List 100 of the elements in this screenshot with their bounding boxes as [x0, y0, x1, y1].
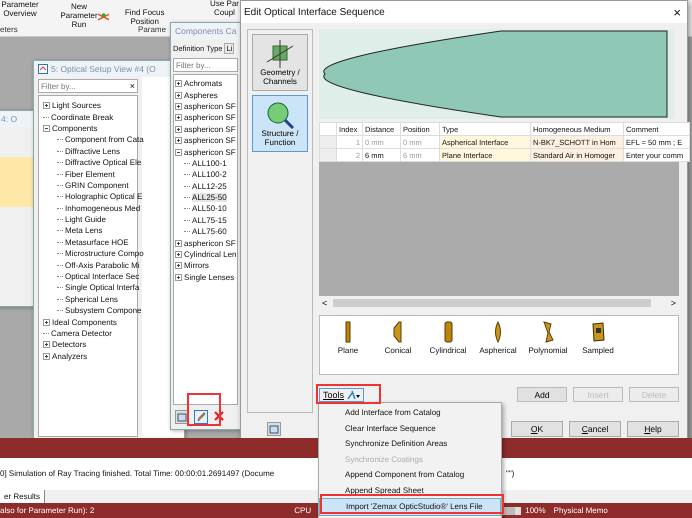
expand-toggle[interactable] — [43, 318, 50, 326]
results-tab[interactable]: er Results — [0, 490, 46, 503]
tree-item[interactable]: Optical Interface Sec — [65, 272, 140, 282]
surface-label: Conical — [384, 346, 412, 355]
surface-label: Cylindrical — [430, 346, 466, 355]
tree-item[interactable]: Component from Cata — [65, 135, 144, 144]
tree-item[interactable]: Light Sources — [52, 101, 101, 110]
tree-item[interactable]: Single Optical Interfa — [65, 283, 140, 292]
log-message: "") — [506, 469, 514, 478]
tree-item[interactable]: asphericon SF — [184, 148, 236, 157]
collapse-toggle[interactable] — [175, 148, 182, 156]
tree-item[interactable]: Components — [52, 124, 98, 133]
status-label: CPU — [294, 506, 312, 515]
clear-icon[interactable]: × — [130, 80, 135, 92]
window-title: Components Ca — [175, 26, 236, 36]
tree-item[interactable]: ALL75-60 — [192, 227, 227, 236]
tree-item[interactable]: Fiber Element — [65, 170, 115, 179]
tree-item[interactable]: Mirrors — [184, 261, 209, 270]
cube-axes-icon — [265, 40, 295, 68]
menu-item[interactable]: Add Interface from Catalog — [319, 405, 501, 420]
tree-item[interactable]: Microstructure Compo — [65, 249, 144, 258]
dialog-button[interactable]: OK — [511, 421, 563, 437]
expand-toggle[interactable] — [175, 251, 182, 258]
tree-item[interactable]: Single Lenses — [184, 272, 234, 282]
magnifier-icon — [265, 100, 295, 128]
tools-button[interactable]: Tools — [319, 388, 364, 402]
expand-toggle[interactable] — [175, 262, 182, 270]
sidebar-tab[interactable]: Geometry / Channels — [252, 34, 308, 91]
tree-item[interactable]: GRIN Component — [65, 180, 129, 190]
delete-icon[interactable] — [213, 410, 225, 422]
expand-toggle[interactable] — [175, 240, 182, 247]
focus-icon — [98, 12, 110, 22]
tree-item[interactable]: asphericon SF — [184, 113, 236, 122]
tree-item[interactable]: Metasurface HOE — [65, 238, 129, 247]
tree-item[interactable]: Inhomogeneous Med — [65, 204, 140, 213]
tree-item[interactable]: Subsystem Compone — [65, 306, 142, 316]
tree-item[interactable]: Ideal Components — [52, 318, 117, 327]
ribbon-button[interactable]: New Parameter Run — [54, 2, 104, 29]
menu-item[interactable]: Append Component from Catalog — [319, 467, 501, 482]
expand-toggle[interactable] — [175, 274, 182, 281]
window-title: 5: Optical Setup View #4 (O — [51, 64, 156, 74]
catalog-icon[interactable] — [267, 422, 281, 436]
tree-item[interactable]: Camera Detector — [51, 329, 112, 338]
surface-label: Polynomial — [528, 346, 568, 355]
status-percent: 100% — [525, 506, 546, 515]
filter-field[interactable]: Filter by... — [173, 58, 238, 72]
tree-item[interactable]: Diffractive Optical Ele — [65, 158, 142, 168]
tree-item[interactable]: ALL50-10 — [192, 204, 227, 214]
dialog-button[interactable]: Help — [627, 421, 679, 437]
tree-item[interactable]: Analyzers — [52, 352, 88, 361]
expand-toggle[interactable] — [175, 102, 182, 110]
ribbon-button[interactable]: Find Focus Position — [111, 8, 178, 26]
tree-item[interactable]: Cylindrical Len — [184, 250, 236, 260]
tree-item[interactable]: Off-Axis Parabolic Mi — [65, 260, 140, 270]
expand-toggle[interactable] — [175, 126, 182, 133]
expand-toggle[interactable] — [175, 114, 182, 122]
menu-item[interactable]: Append Spread Sheet — [319, 482, 501, 498]
collapse-toggle[interactable] — [43, 124, 50, 132]
tree-item[interactable]: ALL100-1 — [192, 158, 227, 168]
tree-item[interactable]: Light Guide — [65, 215, 106, 224]
tree-item[interactable]: Achromats — [184, 79, 222, 88]
tree-item[interactable]: asphericon SF — [184, 136, 236, 146]
tree-item[interactable]: asphericon SF — [184, 238, 236, 248]
dialog-title: Edit Optical Interface Sequence — [244, 6, 385, 18]
window-title: 4: O — [1, 114, 18, 124]
close-icon[interactable]: × — [673, 4, 681, 20]
tree-item[interactable]: Detectors — [52, 340, 86, 350]
tree-item[interactable]: Spherical Lens — [65, 294, 118, 304]
status-text: also for Parameter Run): 2 — [0, 506, 94, 515]
tree-item[interactable]: Meta Lens — [65, 226, 102, 236]
tree-item[interactable]: ALL75-15 — [192, 216, 227, 225]
surface-label: Sampled — [582, 346, 614, 355]
expand-toggle[interactable] — [43, 352, 50, 360]
sidebar-tab[interactable]: Structure / Function — [252, 95, 308, 152]
tree-item[interactable]: ALL100-2 — [192, 170, 227, 180]
tree-item[interactable]: Coordinate Break — [51, 112, 114, 122]
tree-item[interactable]: Holographic Optical E — [65, 192, 142, 202]
expand-toggle[interactable] — [43, 341, 50, 348]
action-button[interactable]: Add — [517, 387, 567, 402]
tree-item[interactable]: Aspheres — [184, 90, 218, 100]
menu-item[interactable]: Clear Interface Sequence — [319, 420, 501, 436]
tree-item[interactable]: asphericon SF — [184, 124, 236, 134]
tree-item[interactable]: asphericon SF — [184, 102, 236, 111]
pencil-icon[interactable] — [194, 410, 208, 424]
expand-toggle[interactable] — [175, 137, 182, 144]
expand-toggle[interactable] — [43, 102, 50, 110]
expand-toggle[interactable] — [175, 92, 182, 99]
surface-label: Plane — [338, 346, 358, 355]
tree-item[interactable]: Diffractive Lens — [65, 146, 120, 156]
ribbon-group-label: eters — [0, 25, 18, 34]
log-message: 0] Simulation of Ray Tracing finished. Total Time: 00:00:01.2691497 (Docume — [0, 469, 274, 478]
ribbon-button[interactable]: Parameter Overview — [0, 0, 40, 18]
tree-item[interactable]: ALL12-25 — [192, 182, 227, 191]
window-icon — [38, 64, 48, 74]
ribbon-button[interactable]: Use Par Coupl — [210, 0, 239, 17]
expand-toggle[interactable] — [175, 80, 182, 88]
tree-item[interactable]: ALL25-50 — [192, 193, 227, 202]
dialog-button[interactable]: Cancel — [569, 421, 621, 437]
tools-icon — [346, 390, 360, 400]
horizontal-scrollbar[interactable]: < > — [319, 296, 679, 310]
